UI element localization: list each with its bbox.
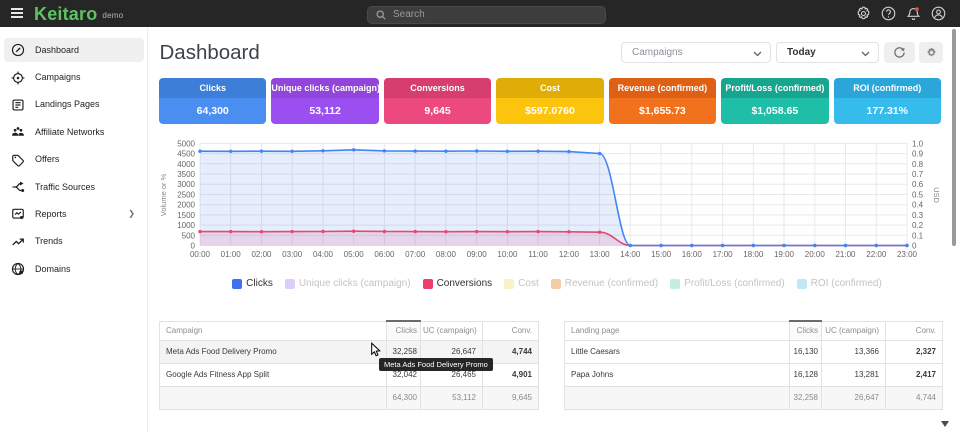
svg-text:01:00: 01:00: [221, 250, 242, 259]
svg-text:0.4: 0.4: [912, 201, 924, 210]
svg-text:500: 500: [182, 231, 196, 240]
svg-text:3000: 3000: [177, 180, 195, 189]
svg-text:4500: 4500: [177, 150, 195, 159]
svg-text:06:00: 06:00: [374, 250, 395, 259]
svg-text:1500: 1500: [177, 211, 195, 220]
svg-text:05:00: 05:00: [344, 250, 365, 259]
svg-text:4000: 4000: [177, 160, 195, 169]
svg-text:08:00: 08:00: [436, 250, 457, 259]
svg-text:03:00: 03:00: [282, 250, 303, 259]
svg-text:04:00: 04:00: [313, 250, 334, 259]
svg-text:07:00: 07:00: [405, 250, 426, 259]
svg-text:11:00: 11:00: [528, 250, 548, 259]
svg-text:09:00: 09:00: [467, 250, 488, 259]
svg-text:1.0: 1.0: [912, 139, 924, 148]
svg-text:20:00: 20:00: [805, 250, 826, 259]
svg-text:Volume or %: Volume or %: [159, 173, 168, 216]
svg-text:12:00: 12:00: [559, 250, 580, 259]
svg-text:0.5: 0.5: [912, 191, 924, 200]
svg-text:17:00: 17:00: [713, 250, 734, 259]
svg-text:13:00: 13:00: [590, 250, 611, 259]
svg-text:1000: 1000: [177, 221, 195, 230]
svg-text:0.6: 0.6: [912, 180, 924, 189]
svg-text:0.7: 0.7: [912, 170, 924, 179]
svg-text:USD: USD: [932, 187, 941, 203]
svg-text:0.3: 0.3: [912, 211, 924, 220]
svg-text:0.1: 0.1: [912, 231, 924, 240]
svg-text:10:00: 10:00: [497, 250, 518, 259]
svg-text:2000: 2000: [177, 201, 195, 210]
svg-text:15:00: 15:00: [651, 250, 672, 259]
svg-text:18:00: 18:00: [743, 250, 764, 259]
svg-text:5000: 5000: [177, 139, 195, 148]
svg-text:00:00: 00:00: [190, 250, 211, 259]
svg-text:0.2: 0.2: [912, 221, 924, 230]
svg-text:0.8: 0.8: [912, 160, 924, 169]
svg-text:21:00: 21:00: [835, 250, 856, 259]
svg-text:3500: 3500: [177, 170, 195, 179]
svg-text:14:00: 14:00: [620, 250, 641, 259]
svg-text:16:00: 16:00: [682, 250, 703, 259]
svg-text:22:00: 22:00: [866, 250, 887, 259]
svg-text:0.9: 0.9: [912, 150, 924, 159]
svg-text:19:00: 19:00: [774, 250, 795, 259]
svg-text:2500: 2500: [177, 191, 195, 200]
svg-text:23:00: 23:00: [897, 250, 918, 259]
svg-text:02:00: 02:00: [251, 250, 272, 259]
